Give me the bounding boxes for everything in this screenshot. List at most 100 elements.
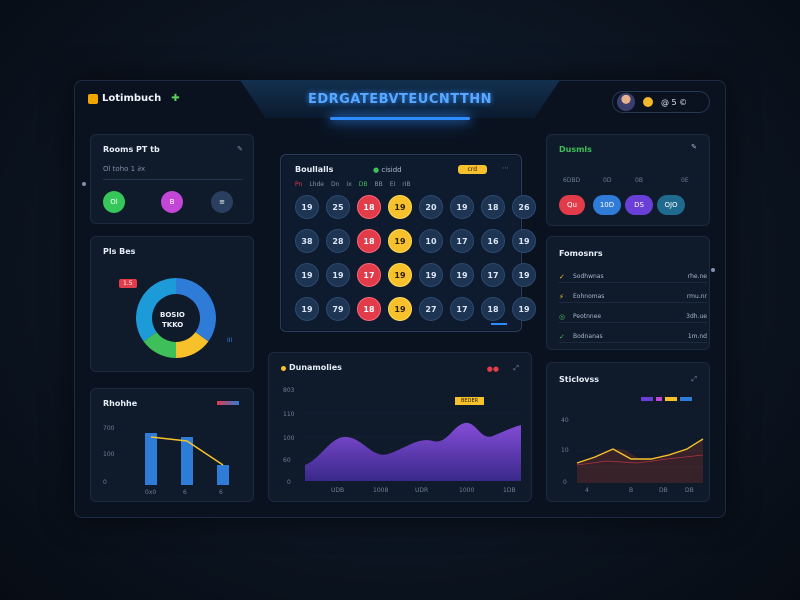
keno-ball[interactable]: 18 <box>481 195 505 219</box>
players-title: Rooms PT tb <box>103 145 160 154</box>
keno-badge[interactable]: crd <box>457 165 487 174</box>
bar-xtick-3: 6 <box>219 489 223 496</box>
list-row-4[interactable]: ✓ Bodnanas 1m.nd <box>559 331 707 343</box>
keno-filters: Pn Lhde Dn Ix DB BB EI rIB <box>295 181 411 188</box>
keno-ball[interactable]: 10 <box>419 229 443 253</box>
top-right-pill-1[interactable]: Qu <box>559 195 585 215</box>
side-dot-right <box>711 268 715 272</box>
wrench-icon[interactable]: ✚ <box>171 93 179 104</box>
avatar[interactable] <box>617 93 635 111</box>
top-right-pill-4[interactable]: OJO <box>657 195 685 215</box>
bar-xtick-2: 6 <box>183 489 187 496</box>
keno-filter-7[interactable]: EI <box>390 181 396 188</box>
pill-4-label: OJO <box>664 201 678 209</box>
keno-tag-label: cisidd <box>381 166 402 174</box>
list-row-1-value: rhe.ne <box>687 273 707 280</box>
keno-ball[interactable]: 19 <box>388 297 412 321</box>
keno-ball[interactable]: 79 <box>326 297 350 321</box>
donut-center-line1: BOSIO <box>160 311 185 319</box>
list-row-4-value: 1m.nd <box>687 333 707 340</box>
player-button-3-label: ≡ <box>219 198 225 206</box>
top-right-pill-2[interactable]: 10D <box>593 195 621 215</box>
line-xtick-4: DB <box>685 487 694 494</box>
top-right-pill-3[interactable]: DS <box>625 195 653 215</box>
list-row-3[interactable]: ◎ Peotnnee 3dh.ue <box>559 311 707 323</box>
user-label: @ 5 © <box>661 97 688 107</box>
keno-ball[interactable]: 18 <box>357 229 381 253</box>
list-row-4-label: Bodnanas <box>573 333 603 340</box>
list-row-2[interactable]: ⚡ Eohnomas rmu.nr <box>559 291 707 303</box>
area-chart <box>305 412 521 481</box>
player-button-1[interactable]: Ol <box>103 191 125 213</box>
keno-ball[interactable]: 19 <box>512 263 536 287</box>
keno-ball[interactable]: 28 <box>326 229 350 253</box>
keno-filter-6[interactable]: BB <box>375 181 383 188</box>
edit-icon[interactable]: ✎ <box>237 145 243 153</box>
top-right-label-3: 0B <box>635 177 643 184</box>
top-right-label-1: 6DBD <box>563 177 581 184</box>
pill-1-label: Qu <box>567 201 577 209</box>
keno-filter-1[interactable]: Pn <box>295 181 302 188</box>
keno-filter-5[interactable]: DB <box>359 181 368 188</box>
coin-icon <box>643 97 653 107</box>
donut-legend: III <box>227 337 233 344</box>
list-row-1[interactable]: ✓ Sodhwnas rhe.ne <box>559 271 707 283</box>
user-pill[interactable]: @ 5 © <box>612 91 710 113</box>
keno-ball[interactable]: 19 <box>419 263 443 287</box>
keno-ball[interactable]: 38 <box>295 229 319 253</box>
list-title: Fomosnrs <box>559 249 603 258</box>
list-row-3-label: Peotnnee <box>573 313 602 320</box>
keno-panel: Boullalls ● cisidd crd ⋯ Pn Lhde Dn Ix D… <box>280 154 536 332</box>
keno-ball[interactable]: 19 <box>450 263 474 287</box>
keno-ball[interactable]: 19 <box>295 263 319 287</box>
keno-ball[interactable]: 17 <box>450 229 474 253</box>
keno-ball[interactable]: 19 <box>450 195 474 219</box>
keno-ball[interactable]: 17 <box>357 263 381 287</box>
brand[interactable]: Lotimbuch ✚ <box>88 93 180 104</box>
keno-ball[interactable]: 19 <box>326 263 350 287</box>
keno-ball[interactable]: 19 <box>388 195 412 219</box>
players-subtitle: Ol toho 1 ∂x <box>103 165 146 173</box>
keno-filter-2[interactable]: Lhde <box>309 181 324 188</box>
pen-icon[interactable]: ✎ <box>691 143 697 151</box>
brand-name: Lotimbuch <box>102 93 162 104</box>
keno-ball[interactable]: 17 <box>481 263 505 287</box>
keno-filter-8[interactable]: rIB <box>402 181 410 188</box>
player-button-2-label: B <box>169 198 175 206</box>
keno-ball[interactable]: 16 <box>481 229 505 253</box>
list-panel: Fomosnrs ✓ Sodhwnas rhe.ne ⚡ Eohnomas rmu.nr… <box>546 236 710 350</box>
chevron-icon: ✓ <box>559 272 565 281</box>
line-panel: Sticlovss ⤢ 40 10 0 4 B DB DB <box>546 362 710 502</box>
pill-3-label: DS <box>634 201 644 209</box>
keno-footer-accent <box>491 323 507 325</box>
keno-filter-3[interactable]: Dn <box>331 181 339 188</box>
line-xtick-3: DB <box>659 487 668 494</box>
keno-ball[interactable]: 18 <box>357 195 381 219</box>
keno-ball[interactable]: 26 <box>512 195 536 219</box>
player-button-3[interactable]: ≡ <box>211 191 233 213</box>
keno-menu-icon[interactable]: ⋯ <box>502 164 509 172</box>
list-row-2-label: Eohnomas <box>573 293 605 300</box>
list-row-2-value: rmu.nr <box>686 293 707 300</box>
keno-ball[interactable]: 19 <box>512 297 536 321</box>
keno-ball[interactable]: 19 <box>295 195 319 219</box>
side-dot-left <box>82 182 86 186</box>
list-row-3-value: 3dh.ue <box>686 313 707 320</box>
keno-ball[interactable]: 18 <box>481 297 505 321</box>
keno-ball[interactable]: 19 <box>512 229 536 253</box>
keno-ball[interactable]: 27 <box>419 297 443 321</box>
keno-filter-4[interactable]: Ix <box>346 181 351 188</box>
player-button-2[interactable]: B <box>161 191 183 213</box>
area-xtick-2: 1008 <box>373 487 389 494</box>
keno-ball[interactable]: 25 <box>326 195 350 219</box>
keno-ball[interactable]: 20 <box>419 195 443 219</box>
keno-ball[interactable]: 19 <box>388 229 412 253</box>
keno-ball[interactable]: 19 <box>295 297 319 321</box>
area-xtick-4: 1000 <box>459 487 475 494</box>
top-right-title: Dusmls <box>559 145 592 154</box>
donut-panel: Pls Bes 1.5 BOSIO TKKO III <box>90 236 254 372</box>
keno-ball[interactable]: 18 <box>357 297 381 321</box>
keno-tag: ● cisidd <box>373 166 402 174</box>
keno-ball[interactable]: 17 <box>450 297 474 321</box>
keno-ball[interactable]: 19 <box>388 263 412 287</box>
